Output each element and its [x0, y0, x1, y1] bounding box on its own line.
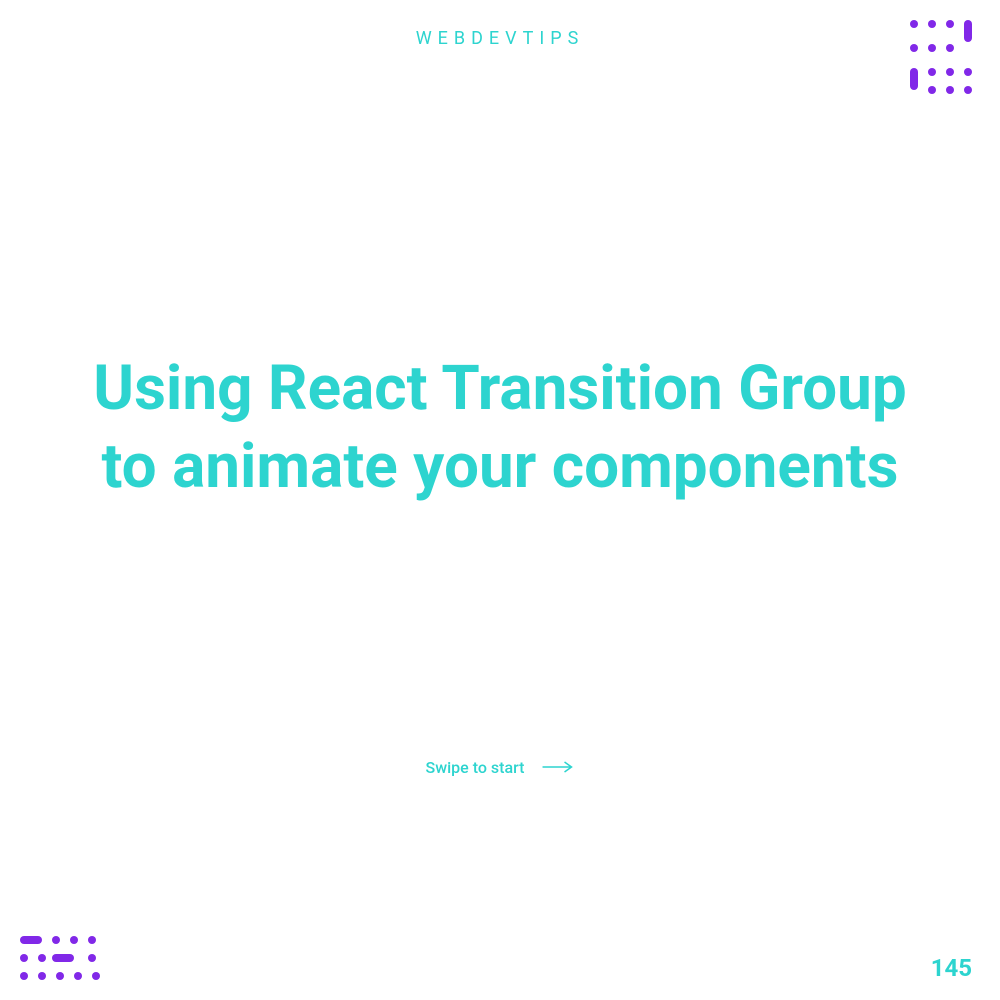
brand-label: WEBDEVTIPS: [416, 28, 585, 49]
decorative-dots-icon: [18, 934, 108, 986]
page-title: Using React Transition Group to animate …: [75, 350, 925, 505]
swipe-cta[interactable]: Swipe to start: [426, 758, 575, 777]
arrow-right-icon: [542, 758, 574, 777]
swipe-label: Swipe to start: [426, 758, 525, 777]
page-number: 145: [931, 954, 972, 982]
decorative-dots-icon: [908, 18, 978, 102]
